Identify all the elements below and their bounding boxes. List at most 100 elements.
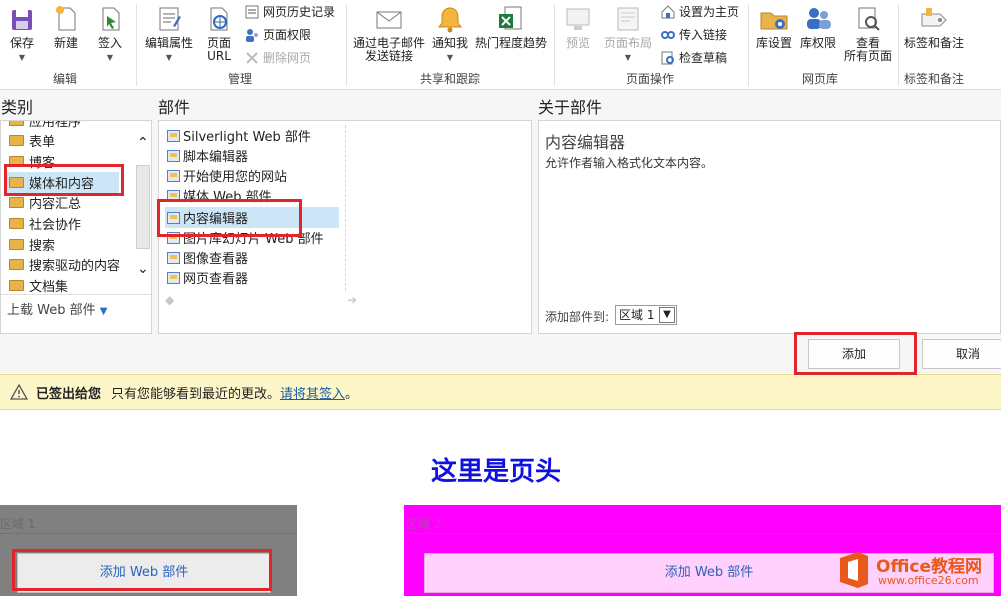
about-part-heading: 关于部件 [538,98,603,117]
part-item[interactable]: 开始使用您的网站 [167,166,287,185]
group-label-page-actions: 页面操作 [625,72,674,86]
group-label-manage: 管理 [227,72,252,86]
divider [898,4,899,86]
scroll-down-icon[interactable]: ⌄ [137,261,149,277]
group-label-tags: 标签和备注 [903,72,964,86]
permissions-icon [246,29,258,42]
divider [346,4,347,86]
part-item[interactable]: 图像查看器 [167,248,248,267]
divider [345,125,346,291]
warning-text: 只有您能够看到最近的更改。 [111,386,281,402]
warning-icon [10,384,28,400]
library-settings-button[interactable]: 库设置 [754,4,794,50]
tag-icon [921,8,947,27]
part-item[interactable]: 网页查看器 [167,268,248,287]
highlight-box-part [157,199,302,237]
categories-scrollbar[interactable]: ⌃ ⌄ [135,131,151,289]
folder-icon [9,197,24,208]
highlight-box-category [4,164,124,196]
users-icon [807,8,831,29]
highlight-box-add [794,332,917,375]
webpart-icon [167,129,180,142]
cancel-button[interactable]: 取消 [922,339,1001,369]
check-draft-icon [661,51,674,65]
email-link-button[interactable]: 通过电子邮件 发送链接 [352,4,426,63]
checked-out-warning-bar: 已签出给您 只有您能够看到最近的更改。 请将其签入 。 [0,374,1001,410]
page-layout-button[interactable]: 页面布局 ▼ [602,4,654,64]
part-item[interactable]: Silverlight Web 部件 [167,126,311,145]
page-permissions-button[interactable]: 页面权限 [244,27,311,43]
checkin-button[interactable]: 签入 ▼ [92,4,128,64]
zone-2-label: 区域 2 [406,517,442,531]
popularity-trends-button[interactable]: 热门程度趋势 [474,4,548,50]
group-label-library: 网页库 [801,72,838,86]
scroll-up-icon[interactable]: ⌃ [137,135,149,151]
webpart-adder: 类别 部件 关于部件 应用程序 表单 博客 媒体和内容 内容汇总 社会协作 搜索… [0,90,1001,373]
folder-icon [9,239,24,250]
email-icon [376,11,402,29]
incoming-links-button[interactable]: 传入链接 [660,27,727,43]
category-item[interactable]: 应用程序 [9,121,81,130]
link-icon [661,31,675,39]
new-button[interactable]: 新建 [48,4,84,50]
alert-me-button[interactable]: 通知我 ▼ [430,4,470,64]
bell-icon [438,7,462,33]
add-part-to-label: 添加部件到: [545,310,610,324]
checkin-link[interactable]: 请将其签入 [280,383,345,402]
folder-icon [9,135,24,146]
page-url-button[interactable]: 页面 URL [203,4,235,63]
group-label-edit: 编辑 [52,72,77,86]
checkin-icon [102,7,120,31]
scroll-thumb[interactable] [136,165,150,249]
view-pages-icon [858,7,880,31]
webpart-icon [167,169,180,182]
category-item[interactable]: 搜索 [9,235,55,254]
preview-button[interactable]: 预览 [560,4,596,50]
page-header-title: 这里是页头 [431,457,562,487]
warning-title: 已签出给您 [36,386,102,402]
group-label-share: 共享和跟踪 [419,72,480,86]
folder-icon [9,280,24,291]
chevron-down-icon[interactable]: ▼ [659,307,675,323]
watermark-url: www.office26.com [878,574,979,587]
library-settings-icon [760,12,788,30]
next-page-icon[interactable]: ➔ [347,293,357,307]
page-url-icon [210,7,228,31]
set-as-homepage-button[interactable]: 设置为主页 [660,4,739,20]
about-panel: 内容编辑器 允许作者输入格式化文本内容。 添加部件到: 区域 1 ▼ [538,120,1001,334]
about-part-description: 允许作者输入格式化文本内容。 [545,156,714,170]
category-item[interactable]: 社会协作 [9,214,81,233]
page-layout-icon [617,7,639,31]
excel-trend-icon [499,6,522,30]
chevron-down-icon: ▼ [99,306,108,317]
about-part-name: 内容编辑器 [545,133,626,152]
save-button[interactable]: 保存 ▼ [4,4,40,64]
edit-properties-icon [159,7,181,31]
divider [404,533,1001,534]
category-item[interactable]: 表单 [9,131,55,150]
page-viewer-icon [167,271,180,284]
category-item[interactable]: 文档集 [9,276,68,295]
image-viewer-icon [167,251,180,264]
part-item[interactable]: 脚本编辑器 [167,146,248,165]
office-logo-icon [840,552,868,588]
divider [748,4,749,86]
zone-select[interactable]: 区域 1 ▼ [615,305,677,325]
new-page-icon [56,6,76,31]
save-icon [12,10,32,30]
upload-webpart-link[interactable]: 上载 Web 部件 ▼ [7,299,107,318]
page-history-button[interactable]: 网页历史记录 [244,4,335,20]
folder-icon [9,121,24,126]
highlight-box-add-webpart [12,549,272,591]
category-item[interactable]: 搜索驱动的内容 [9,255,120,274]
delete-page-button[interactable]: 删除网页 [244,50,311,66]
view-all-pages-button[interactable]: 查看 所有页面 [842,4,894,63]
divider [1,294,151,295]
prev-page-icon[interactable]: ◆ [165,293,174,307]
check-draft-button[interactable]: 检查草稿 [660,50,727,66]
library-permissions-button[interactable]: 库权限 [798,4,838,50]
tags-notes-button[interactable]: 标签和备注 [902,4,966,50]
webpart-icon [167,149,180,162]
categories-panel: 应用程序 表单 博客 媒体和内容 内容汇总 社会协作 搜索 搜索驱动的内容 文档… [0,120,152,334]
edit-properties-button[interactable]: 编辑属性 ▼ [142,4,196,64]
